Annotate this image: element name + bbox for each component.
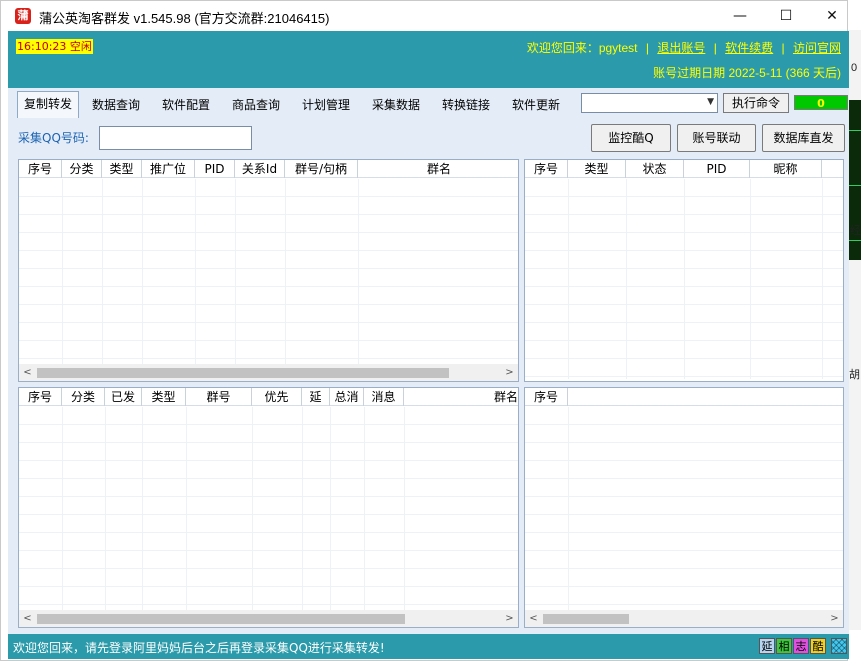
tab-convert-link[interactable]: 转换链接 xyxy=(436,94,496,118)
column-header[interactable]: PID xyxy=(684,160,750,178)
column-header[interactable]: 状态 xyxy=(626,160,684,178)
background-desktop-right xyxy=(847,30,861,630)
background-text: 经 xyxy=(850,225,861,237)
collect-qq-input[interactable] xyxy=(99,126,252,150)
indicator-log[interactable]: 志 xyxy=(793,638,809,654)
separator: | xyxy=(713,41,717,55)
time-status-badge: 16:10:23 空闲 xyxy=(16,39,93,54)
chevron-down-icon: ▼ xyxy=(707,97,714,107)
horizontal-scrollbar[interactable]: < > xyxy=(525,610,843,627)
column-header[interactable]: 类型 xyxy=(142,388,186,406)
group-list-grid[interactable]: 序号 分类 类型 推广位 PID 关系Id 群号/句柄 群名 < > xyxy=(18,159,519,382)
grid-header: 序号 xyxy=(525,388,843,406)
tab-product-query[interactable]: 商品查询 xyxy=(226,94,286,118)
column-header[interactable]: 分类 xyxy=(62,160,102,178)
background-text: 胡 xyxy=(849,369,860,381)
scroll-left-icon[interactable]: < xyxy=(19,610,36,627)
background-text: 0 xyxy=(851,62,858,74)
column-header[interactable]: 群名 xyxy=(358,160,518,178)
scroll-right-icon[interactable]: > xyxy=(501,364,518,381)
tab-software-config[interactable]: 软件配置 xyxy=(156,94,216,118)
column-header[interactable]: 序号 xyxy=(19,160,62,178)
client-area: 16:10:23 空闲 欢迎您回来：pgytest | 退出账号 | 软件续费 … xyxy=(8,31,849,659)
monitor-kuq-button[interactable]: 监控酷Q xyxy=(591,124,671,152)
renew-link[interactable]: 软件续费 xyxy=(725,41,773,55)
indicator-kuq[interactable]: 酷 xyxy=(810,638,826,654)
column-header[interactable]: 昵称 xyxy=(750,160,822,178)
status-message: 欢迎您回来，请先登录阿里妈妈后台之后再登录采集QQ进行采集转发! xyxy=(13,641,385,655)
scroll-thumb[interactable] xyxy=(37,614,405,624)
minimize-button[interactable]: — xyxy=(717,1,763,31)
column-header[interactable]: 群名 xyxy=(404,388,518,406)
close-button[interactable]: ✕ xyxy=(809,1,855,31)
app-window: 蒲 蒲公英淘客群发 v1.545.98 (官方交流群:21046415) — ☐… xyxy=(0,0,849,661)
column-header[interactable]: 延 xyxy=(302,388,330,406)
tab-plan-manage[interactable]: 计划管理 xyxy=(296,94,356,118)
column-header[interactable]: 类型 xyxy=(102,160,142,178)
horizontal-scrollbar[interactable]: < > xyxy=(19,610,518,627)
scroll-thumb[interactable] xyxy=(543,614,629,624)
column-header[interactable]: 总消 xyxy=(330,388,364,406)
tab-collect-data[interactable]: 采集数据 xyxy=(366,94,426,118)
header-bar: 16:10:23 空闲 欢迎您回来：pgytest | 退出账号 | 软件续费 … xyxy=(8,31,849,88)
column-header[interactable]: 关系Id xyxy=(235,160,285,178)
column-header[interactable]: 序号 xyxy=(525,160,568,178)
logout-link[interactable]: 退出账号 xyxy=(657,41,705,55)
indicator-phase[interactable]: 相 xyxy=(776,638,792,654)
column-header[interactable]: 推广位 xyxy=(142,160,195,178)
column-header[interactable]: 序号 xyxy=(19,388,62,406)
welcome-area: 欢迎您回来：pgytest | 退出账号 | 软件续费 | 访问官网 xyxy=(527,39,841,56)
column-header[interactable]: 群号 xyxy=(186,388,252,406)
horizontal-scrollbar[interactable]: < > xyxy=(19,364,518,381)
grid-header: 序号 分类 类型 推广位 PID 关系Id 群号/句柄 群名 xyxy=(19,160,518,178)
window-title: 蒲公英淘客群发 v1.545.98 (官方交流群:21046415) xyxy=(39,11,330,26)
log-grid[interactable]: 序号 < > xyxy=(524,387,844,628)
indicator-delay[interactable]: 延 xyxy=(759,638,775,654)
tab-software-update[interactable]: 软件更新 xyxy=(506,94,566,118)
scroll-left-icon[interactable]: < xyxy=(19,364,36,381)
column-header[interactable]: 已发 xyxy=(105,388,142,406)
title-bar[interactable]: 蒲 蒲公英淘客群发 v1.545.98 (官方交流群:21046415) — ☐… xyxy=(1,1,847,31)
command-select[interactable]: ▼ xyxy=(581,93,718,113)
maximize-button[interactable]: ☐ xyxy=(763,1,809,31)
expire-date: 账号过期日期 2022-5-11 (366 天后) xyxy=(653,66,841,80)
scroll-left-icon[interactable]: < xyxy=(525,610,542,627)
counter-badge: 0 xyxy=(794,95,848,110)
column-header[interactable]: 优先 xyxy=(252,388,302,406)
collect-qq-label: 采集QQ号码: xyxy=(18,131,89,145)
account-link-button[interactable]: 账号联动 xyxy=(677,124,756,152)
tab-copy-forward[interactable]: 复制转发 xyxy=(17,91,80,118)
status-bar: 欢迎您回来，请先登录阿里妈妈后台之后再登录采集QQ进行采集转发! 延 相 志 酷 xyxy=(8,634,849,659)
scroll-right-icon[interactable]: > xyxy=(501,610,518,627)
execute-command-button[interactable]: 执行命令 xyxy=(723,93,789,113)
scroll-thumb[interactable] xyxy=(37,368,449,378)
website-link[interactable]: 访问官网 xyxy=(793,41,841,55)
separator: | xyxy=(645,41,649,55)
column-header[interactable]: 群号/句柄 xyxy=(285,160,358,178)
grid-header: 序号 类型 状态 PID 昵称 xyxy=(525,160,843,178)
welcome-text: 欢迎您回来：pgytest xyxy=(526,41,638,55)
column-header[interactable]: PID xyxy=(195,160,235,178)
app-logo-icon: 蒲 xyxy=(15,8,31,24)
tab-data-query[interactable]: 数据查询 xyxy=(86,94,146,118)
message-queue-grid[interactable]: 序号 分类 已发 类型 群号 优先 延 总消 消息 群名 < > xyxy=(18,387,519,628)
account-list-grid[interactable]: 序号 类型 状态 PID 昵称 xyxy=(524,159,844,382)
column-header[interactable]: 类型 xyxy=(568,160,626,178)
separator: | xyxy=(781,41,785,55)
scroll-right-icon[interactable]: > xyxy=(826,610,843,627)
grid-header: 序号 分类 已发 类型 群号 优先 延 总消 消息 群名 xyxy=(19,388,518,406)
column-header[interactable]: 消息 xyxy=(364,388,404,406)
db-direct-send-button[interactable]: 数据库直发 xyxy=(762,124,845,152)
grid-pattern-icon[interactable] xyxy=(831,638,847,654)
column-header[interactable]: 分类 xyxy=(62,388,105,406)
column-header[interactable]: 序号 xyxy=(525,388,568,406)
